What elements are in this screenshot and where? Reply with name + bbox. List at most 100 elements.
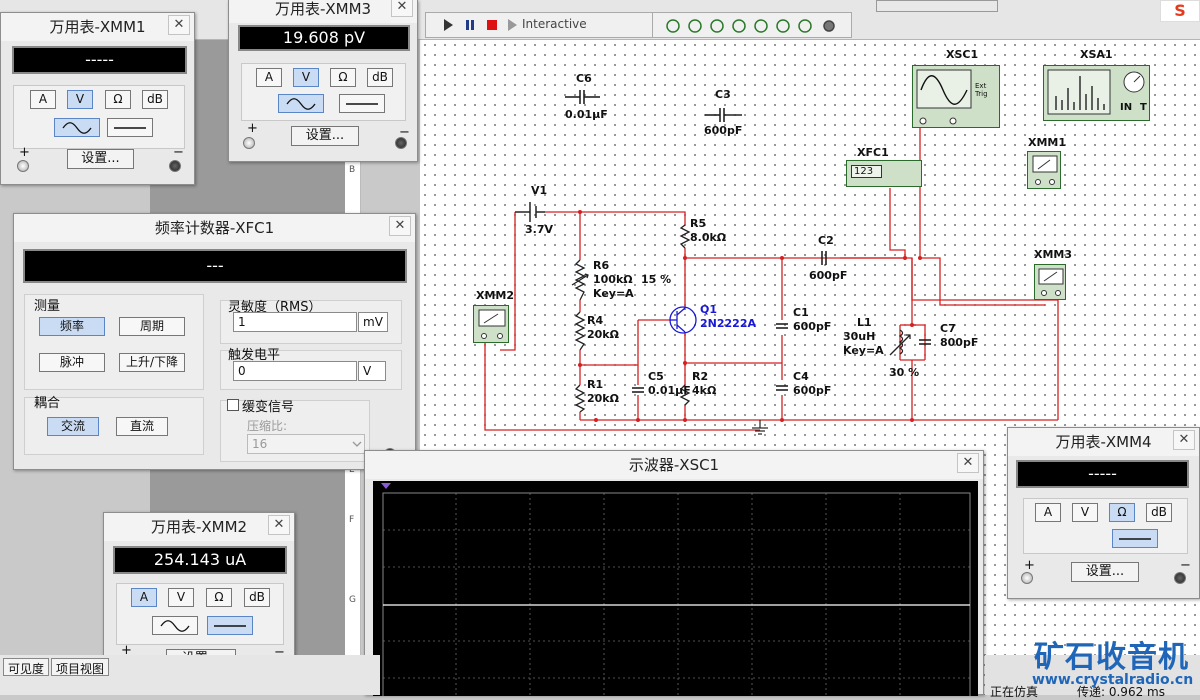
sensitivity-input[interactable]: 1 — [233, 312, 357, 332]
xmm1-instrument[interactable] — [1027, 151, 1061, 189]
r1-symbol — [574, 384, 586, 413]
measure-pulse-button[interactable]: 脉冲 — [39, 353, 105, 372]
xfc1-title[interactable]: 频率计数器-XFC1 — [14, 214, 415, 242]
coupling-ac-button[interactable]: 交流 — [47, 417, 99, 436]
tab-project-view[interactable]: 项目视图 — [51, 658, 110, 676]
c4-ref: C4 — [793, 370, 809, 383]
xmm2-controls: A V Ω dB — [116, 583, 284, 645]
r5-value: 8.0kΩ — [690, 231, 727, 244]
measure-rise-fall-button[interactable]: 上升/下降 — [119, 353, 185, 372]
xsc1-instrument[interactable]: Ext Trig — [912, 65, 1000, 128]
c3-value: 600pF — [704, 124, 743, 137]
xmm1-window[interactable]: 万用表-XMM1 ✕ ----- A V Ω dB + 设置... − — [0, 12, 195, 185]
close-icon[interactable]: ✕ — [391, 0, 413, 17]
xmm3-mode-ohm-button[interactable]: Ω — [330, 68, 356, 87]
c5-value: 0.01µF — [648, 384, 691, 397]
xmm4-mode-a-button[interactable]: A — [1035, 503, 1061, 522]
xmm3-window[interactable]: 万用表-XMM3 ✕ 19.608 pV A V Ω dB + 设置... − — [228, 0, 418, 162]
xmm3-mode-a-button[interactable]: A — [256, 68, 282, 87]
xmm4-display: ----- — [1016, 460, 1189, 488]
close-icon[interactable]: ✕ — [957, 453, 979, 473]
chevron-down-icon — [352, 441, 362, 447]
xmm1-mode-v-button[interactable]: V — [67, 90, 93, 109]
xmm3-instrument[interactable] — [1034, 264, 1066, 300]
xmm1-minus-terminal[interactable] — [169, 160, 181, 172]
xmm4-settings-button[interactable]: 设置... — [1071, 562, 1139, 582]
xmm4-controls: A V Ω dB — [1023, 498, 1188, 554]
measure-label: 测量 — [34, 299, 61, 314]
xmm2-ac-button[interactable] — [152, 616, 198, 635]
xmm1-plus-terminal[interactable] — [17, 160, 29, 172]
xmm1-mode-db-button[interactable]: dB — [142, 90, 168, 109]
oscilloscope-screen[interactable] — [373, 481, 978, 696]
c1-value: 600pF — [793, 320, 832, 333]
xfc1-ref: XFC1 — [857, 146, 889, 159]
xfc1-display: --- — [23, 249, 407, 283]
xmm1-mode-a-button[interactable]: A — [30, 90, 56, 109]
close-icon[interactable]: ✕ — [1173, 430, 1195, 450]
xsa1-instrument[interactable]: IN T — [1043, 65, 1150, 121]
xmm1-ref: XMM1 — [1028, 136, 1067, 149]
xmm3-controls: A V Ω dB — [241, 63, 406, 121]
trigger-input[interactable]: 0 — [233, 361, 357, 381]
r4-symbol — [574, 311, 586, 351]
close-icon[interactable]: ✕ — [389, 216, 411, 236]
xmm4-mode-ohm-button[interactable]: Ω — [1109, 503, 1135, 522]
xmm1-minus-label: − — [173, 145, 184, 160]
xmm3-dc-button[interactable] — [339, 94, 385, 113]
l1-value: 30uH — [843, 330, 876, 343]
xmm2-dc-button[interactable] — [207, 616, 253, 635]
c6-value: 0.01µF — [565, 108, 608, 121]
xsc1-window[interactable]: 示波器-XSC1 ✕ — [364, 450, 984, 696]
sensitivity-unit-select[interactable]: mV — [358, 312, 388, 332]
xmm4-plus-label: + — [1024, 558, 1035, 573]
xmm4-dc-button[interactable] — [1112, 529, 1158, 548]
coupling-dc-button[interactable]: 直流 — [116, 417, 168, 436]
xmm4-title[interactable]: 万用表-XMM4 — [1008, 428, 1199, 456]
multimeter-icon — [1032, 155, 1058, 185]
xmm3-title[interactable]: 万用表-XMM3 — [229, 0, 417, 23]
xmm3-plus-terminal[interactable] — [243, 137, 255, 149]
r5-ref: R5 — [690, 217, 707, 230]
xmm4-mode-db-button[interactable]: dB — [1146, 503, 1172, 522]
xmm3-mode-db-button[interactable]: dB — [367, 68, 393, 87]
xmm4-minus-terminal[interactable] — [1174, 572, 1186, 584]
xmm3-minus-terminal[interactable] — [395, 137, 407, 149]
tab-visibility[interactable]: 可见度 — [3, 658, 50, 676]
xmm3-mode-v-button[interactable]: V — [293, 68, 319, 87]
xmm3-ac-button[interactable] — [278, 94, 324, 113]
measure-period-button[interactable]: 周期 — [119, 317, 185, 336]
xmm1-dc-button[interactable] — [107, 118, 153, 137]
xmm2-mode-v-button[interactable]: V — [168, 588, 194, 607]
xfc1-window[interactable]: 频率计数器-XFC1 ✕ --- 测量 频率 周期 脉冲 上升/下降 耦合 交流… — [13, 213, 416, 470]
xsc1-title[interactable]: 示波器-XSC1 — [365, 451, 983, 479]
xmm2-mode-a-button[interactable]: A — [131, 588, 157, 607]
c5-ref: C5 — [648, 370, 664, 383]
slow-signal-checkbox[interactable] — [227, 399, 239, 411]
close-icon[interactable]: ✕ — [268, 515, 290, 535]
xmm4-mode-v-button[interactable]: V — [1072, 503, 1098, 522]
xmm1-title[interactable]: 万用表-XMM1 — [1, 13, 194, 41]
xmm2-instrument[interactable] — [473, 305, 509, 343]
xmm2-mode-db-button[interactable]: dB — [244, 588, 270, 607]
xmm4-plus-terminal[interactable] — [1021, 572, 1033, 584]
xfc1-readout: 123 — [851, 165, 883, 178]
r4-value: 20kΩ — [587, 328, 619, 341]
xmm1-settings-button[interactable]: 设置... — [67, 149, 134, 169]
bottom-tab-bar: 可见度 项目视图 — [0, 655, 380, 695]
xmm2-mode-ohm-button[interactable]: Ω — [206, 588, 232, 607]
xmm4-minus-label: − — [1180, 558, 1191, 573]
r4-ref: R4 — [587, 314, 604, 327]
xmm2-title[interactable]: 万用表-XMM2 — [104, 513, 294, 541]
xmm1-mode-ohm-button[interactable]: Ω — [105, 90, 131, 109]
compression-select[interactable]: 16 — [247, 434, 365, 454]
xmm1-ac-button[interactable] — [54, 118, 100, 137]
measure-frequency-button[interactable]: 频率 — [39, 317, 105, 336]
xfc1-instrument[interactable]: 123 — [846, 160, 922, 187]
xmm4-window[interactable]: 万用表-XMM4 ✕ ----- A V Ω dB + 设置... − — [1007, 427, 1200, 599]
xmm3-plus-label: + — [247, 121, 258, 136]
trigger-unit-select[interactable]: V — [358, 361, 386, 381]
xmm3-settings-button[interactable]: 设置... — [291, 126, 359, 146]
close-icon[interactable]: ✕ — [168, 15, 190, 35]
l1-ref: L1 — [857, 316, 872, 329]
